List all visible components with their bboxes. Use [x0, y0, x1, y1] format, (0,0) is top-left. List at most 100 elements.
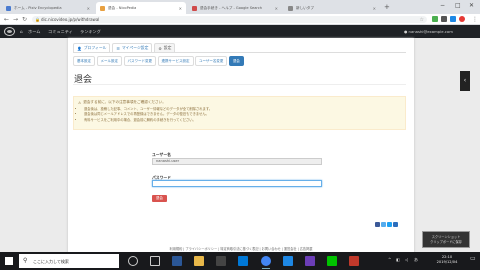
cortana-icon[interactable] [128, 256, 138, 266]
close-tab-icon[interactable]: ✕ [87, 6, 90, 11]
clock-date: 2019/12/04 [436, 260, 458, 264]
taskbar-clock[interactable]: 22:10 2019/12/04 [430, 255, 464, 266]
divider [73, 84, 406, 85]
profile-avatar-icon[interactable] [459, 16, 465, 22]
user-name: nanashi@example.com [408, 28, 453, 34]
subtab-password[interactable]: パスワード変更 [123, 56, 156, 66]
browser-tab[interactable]: 新しいタブ ✕ [284, 2, 380, 14]
mail-icon[interactable] [238, 256, 248, 266]
nav-home[interactable]: ホーム [28, 29, 40, 35]
warning-heading: 退会する前に、以下の注意事項をご確認ください。 [83, 100, 166, 104]
tab-favicon-icon [6, 5, 11, 11]
file-explorer-icon[interactable] [194, 256, 204, 266]
tab-divider [73, 52, 406, 53]
browser-menu-icon[interactable]: ⋮ [472, 16, 478, 23]
warning-icon: ⚠ [78, 100, 82, 105]
close-tab-icon[interactable]: ✕ [179, 6, 182, 11]
vscode-icon[interactable] [283, 256, 293, 266]
tab-label: 退会手続き - ヘルプ - Google Search [200, 5, 263, 10]
lock-icon: 🔒 [35, 17, 40, 22]
account-tabs: 👤 プロフィール ☰ マイページ設定 ⚙ 設定 [73, 43, 176, 52]
visual-studio-icon[interactable] [305, 256, 315, 266]
task-view-icon[interactable] [150, 256, 160, 266]
browser-tab-strip: ホーム - Pixiv Encyclopedia ✕ 退会 - NicoPedi… [0, 0, 480, 14]
maximize-icon[interactable]: □ [455, 2, 461, 10]
browser-tab[interactable]: 退会手続き - ヘルプ - Google Search ✕ [188, 2, 282, 14]
bookmark-star-icon[interactable]: ☆ [420, 17, 424, 23]
taskbar-search[interactable]: ⚲ ここに入力して検索 [19, 254, 119, 268]
user-icon: ● [404, 28, 408, 34]
withdraw-button[interactable]: 退会 [152, 195, 167, 202]
new-tab-icon[interactable]: + [384, 3, 390, 11]
tab-label: プロフィール [83, 45, 107, 50]
reload-icon[interactable]: ↻ [22, 16, 27, 23]
subtab-linked-services[interactable]: 連携サービス設定 [157, 56, 194, 66]
volume-icon[interactable]: ◁ [405, 257, 408, 262]
subtab-withdraw[interactable]: 退会 [228, 56, 244, 66]
nav-ranking[interactable]: ランキング [80, 29, 101, 35]
search-placeholder: ここに入力して検索 [33, 258, 69, 264]
extension-icon[interactable] [432, 16, 438, 22]
facebook-share-icon[interactable] [375, 222, 380, 227]
line-icon[interactable] [327, 256, 337, 266]
warning-box: ⚠ 退会する前に、以下の注意事項をご確認ください。 退会後は、投稿した記事、コメ… [73, 96, 406, 130]
bookmark-share-icon[interactable] [393, 222, 398, 227]
password-input[interactable] [152, 180, 322, 187]
tab-label: 設定 [163, 45, 172, 50]
home-icon[interactable]: ⌂ [20, 29, 23, 34]
settings-subtabs: 基本設定 メール設定 パスワード変更 連携サービス設定 ユーザー名変更 退会 [73, 56, 244, 66]
url-text: dic.nicovideo.jp/p/withdrawal [41, 17, 100, 23]
subtab-basic[interactable]: 基本設定 [73, 56, 95, 66]
user-account-menu[interactable]: ● nanashi@example.com [404, 29, 453, 34]
store-icon[interactable] [216, 256, 226, 266]
subtab-username[interactable]: ユーザー名変更 [195, 56, 228, 66]
subtab-mail[interactable]: メール設定 [96, 56, 122, 66]
notification-center-icon[interactable]: ▭ [470, 255, 478, 267]
main-card: 👤 プロフィール ☰ マイページ設定 ⚙ 設定 基本設定 メール設定 パスワード… [68, 38, 414, 262]
site-logo[interactable] [4, 27, 15, 36]
tab-label: ホーム - Pixiv Encyclopedia [14, 5, 62, 10]
edge-icon[interactable] [172, 256, 182, 266]
windows-start-icon[interactable] [5, 257, 13, 265]
network-icon[interactable]: ◧ [396, 257, 400, 262]
app-icon[interactable] [349, 256, 359, 266]
tab-favicon-icon [288, 5, 293, 11]
tab-favicon-icon [192, 5, 197, 11]
tab-label: 新しいタブ [296, 5, 314, 10]
extension-icon[interactable] [441, 16, 447, 22]
close-window-icon[interactable]: ✕ [469, 2, 474, 10]
screenshot-notification[interactable]: スクリーンショット クリップボードに保存 [422, 231, 470, 248]
tab-favicon-icon [100, 5, 105, 11]
gear-icon: ⚙ [158, 45, 162, 51]
close-tab-icon[interactable]: ✕ [373, 6, 376, 11]
settings-icon: ☰ [116, 45, 120, 51]
back-icon[interactable]: ← [4, 16, 9, 23]
user-icon: 👤 [77, 45, 82, 51]
share-icon[interactable] [387, 222, 392, 227]
twitter-share-icon[interactable] [381, 222, 386, 227]
notification-text: クリップボードに保存 [430, 239, 462, 244]
taskbar: ⚲ ここに入力して検索 ^ ◧ ◁ あ 22:10 2019/12/04 ▭ [0, 252, 480, 270]
tab-label: マイページ設定 [121, 45, 149, 50]
tab-label: 退会 - NicoPedia [108, 5, 137, 10]
extension-icon[interactable] [450, 16, 456, 22]
close-tab-icon[interactable]: ✕ [275, 6, 278, 11]
next-arrow-icon[interactable]: ‹ [460, 71, 470, 91]
browser-toolbar: ← → ↻ 🔒 dic.nicovideo.jp/p/withdrawal ☆ … [0, 14, 480, 25]
tray-expand-icon[interactable]: ^ [388, 257, 391, 262]
tab-settings[interactable]: ⚙ 設定 [154, 43, 176, 52]
warning-item: 有料サービスをご利用中の場合、退会前に解約の手続きを行ってください。 [84, 118, 401, 123]
ime-indicator[interactable]: あ [414, 257, 418, 263]
tab-mypage-settings[interactable]: ☰ マイページ設定 [112, 43, 153, 52]
tab-profile[interactable]: 👤 プロフィール [73, 43, 111, 52]
browser-tab-active[interactable]: 退会 - NicoPedia ✕ [96, 2, 186, 14]
search-icon: ⚲ [23, 257, 28, 264]
chrome-icon[interactable] [261, 256, 271, 269]
address-bar[interactable]: 🔒 dic.nicovideo.jp/p/withdrawal ☆ [32, 16, 427, 23]
minimize-icon[interactable]: − [440, 2, 445, 10]
nav-community[interactable]: コミュニティ [48, 29, 73, 35]
forward-icon[interactable]: → [13, 16, 18, 23]
site-header: ⌂ ホーム コミュニティ ランキング ● nanashi@example.com [0, 25, 480, 38]
username-field: nanashi.user [152, 158, 322, 165]
browser-tab[interactable]: ホーム - Pixiv Encyclopedia ✕ [2, 2, 94, 14]
